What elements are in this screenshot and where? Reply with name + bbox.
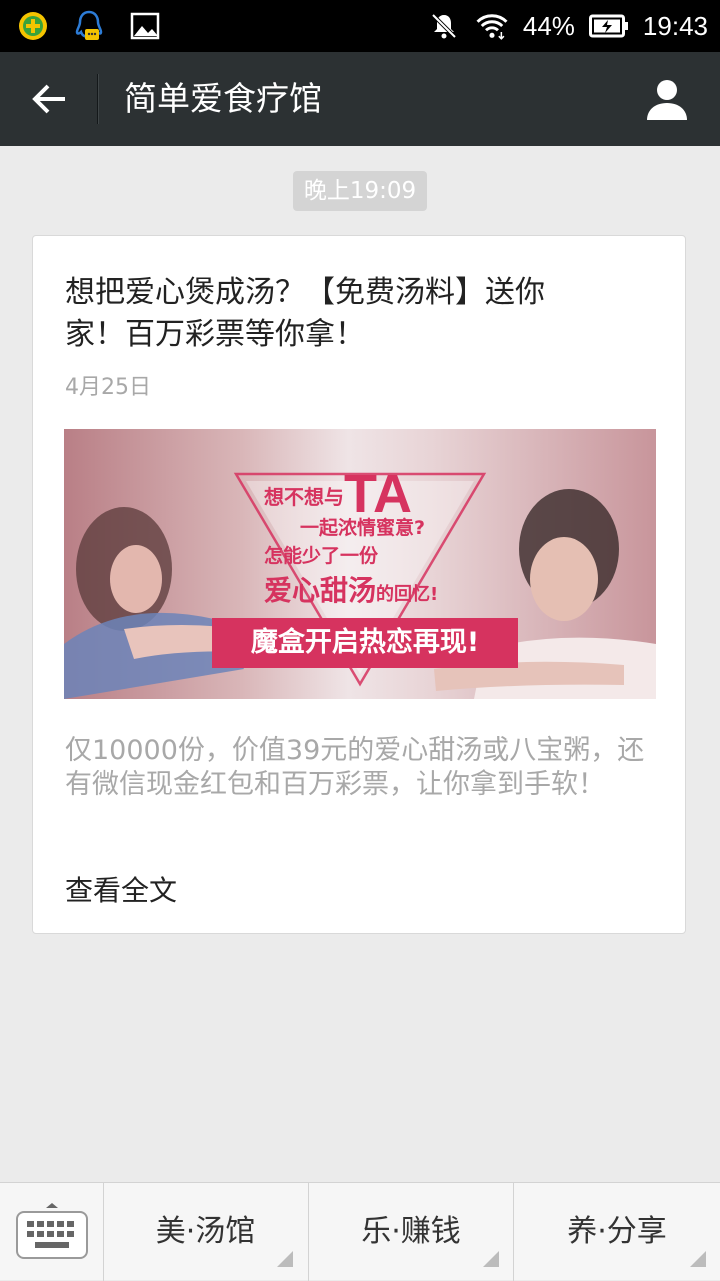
- menu-item-label: 养·分享: [567, 1214, 667, 1249]
- submenu-indicator-icon: [690, 1251, 706, 1267]
- back-arrow-icon: [32, 84, 65, 114]
- banner-line2: 一起浓情蜜意?: [300, 517, 426, 539]
- article-banner[interactable]: 想不想与TA 一起浓情蜜意? 怎能少了一份 爱心甜汤的回忆! 魔盒开启热恋再现!: [64, 429, 656, 699]
- back-button[interactable]: [20, 70, 78, 128]
- menu-item-share[interactable]: 养·分享: [513, 1183, 720, 1281]
- app-store-icon: [16, 9, 50, 43]
- mute-icon: [427, 9, 461, 43]
- article-card[interactable]: 想把爱心煲成汤？【免费汤料】送你家！百万彩票等你拿！ 4月25日 想不想与TA …: [32, 235, 686, 934]
- battery-icon: [588, 9, 629, 43]
- banner-line3: 怎能少了一份: [264, 545, 379, 567]
- system-indicators: 44% 19:43: [427, 0, 708, 52]
- article-date: 4月25日: [65, 375, 151, 400]
- message-timestamp: 晚上19:09: [293, 171, 427, 211]
- clock: 19:43: [642, 10, 708, 41]
- banner-cta: 魔盒开启热恋再现!: [212, 618, 518, 668]
- banner-sweet-soup: 爱心甜汤: [264, 574, 377, 607]
- menu-item-soup-shop[interactable]: 美·汤馆: [103, 1183, 307, 1281]
- banner-line1: 想不想与: [264, 487, 344, 509]
- menu-item-label: 美·汤馆: [155, 1214, 256, 1249]
- article-summary: 仅10000份，价值39元的爱心甜汤或八宝粥，还有微信现金红包和百万彩票，让你拿…: [65, 735, 645, 800]
- title-divider: [97, 74, 98, 124]
- submenu-indicator-icon: [277, 1251, 293, 1267]
- read-full-article-link[interactable]: 查看全文: [65, 869, 177, 909]
- page-title: 简单爱食疗馆: [124, 79, 322, 118]
- keyboard-toggle-button[interactable]: [0, 1183, 103, 1281]
- wifi-icon: [475, 9, 509, 43]
- person-icon: [647, 80, 687, 120]
- menu-item-earn-money[interactable]: 乐·赚钱: [308, 1183, 513, 1281]
- submenu-indicator-icon: [483, 1251, 499, 1267]
- profile-button[interactable]: [638, 70, 696, 128]
- article-title[interactable]: 想把爱心煲成汤？【免费汤料】送你家！百万彩票等你拿！: [65, 272, 595, 356]
- menu-item-label: 乐·赚钱: [361, 1214, 461, 1249]
- keyboard-icon: [15, 1203, 88, 1259]
- qq-icon: [72, 9, 106, 43]
- title-bar: 简单爱食疗馆: [0, 52, 720, 146]
- banner-line4: 的回忆!: [376, 584, 439, 605]
- bottom-menu: 美·汤馆 乐·赚钱 养·分享: [0, 1182, 720, 1281]
- status-bar: 44% 19:43: [0, 0, 720, 52]
- notification-icons: [16, 8, 162, 44]
- image-icon: [128, 9, 162, 43]
- battery-percent: 44%: [522, 10, 575, 41]
